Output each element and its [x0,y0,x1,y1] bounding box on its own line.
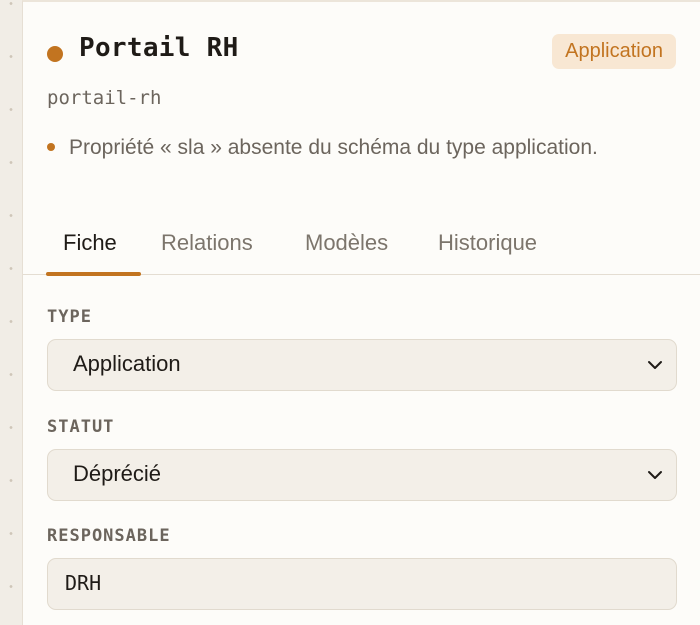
owner-input-value: DRH [65,571,102,595]
type-badge: Application [552,34,676,69]
chevron-down-icon [648,361,662,369]
tab-bar: Fiche Relations Modèles Historique [23,220,700,276]
chevron-down-icon [648,471,662,479]
owner-field-label: RESPONSABLE [47,526,171,546]
tab-relations[interactable]: Relations [161,230,253,270]
type-select[interactable]: Application [47,339,677,391]
warning-text: Propriété « sla » absente du schéma du t… [69,136,598,159]
active-tab-indicator [46,271,141,276]
detail-panel: Portail RH Application portail-rh Propri… [22,0,700,625]
entity-slug: portail-rh [47,87,162,109]
entity-title: Portail RH [79,33,239,63]
canvas-edge [0,0,22,625]
status-select-value: Déprécié [73,461,162,486]
type-select-value: Application [73,351,181,376]
status-dot-icon [47,46,63,62]
tab-modeles[interactable]: Modèles [305,230,388,270]
tab-historique[interactable]: Historique [438,230,537,270]
status-select[interactable]: Déprécié [47,449,677,501]
status-field-label: STATUT [47,417,115,437]
type-field-label: TYPE [47,307,92,327]
owner-input[interactable]: DRH [47,558,677,610]
schema-warning: Propriété « sla » absente du schéma du t… [47,132,637,164]
tab-fiche[interactable]: Fiche [63,230,117,270]
warning-dot-icon [47,143,55,151]
